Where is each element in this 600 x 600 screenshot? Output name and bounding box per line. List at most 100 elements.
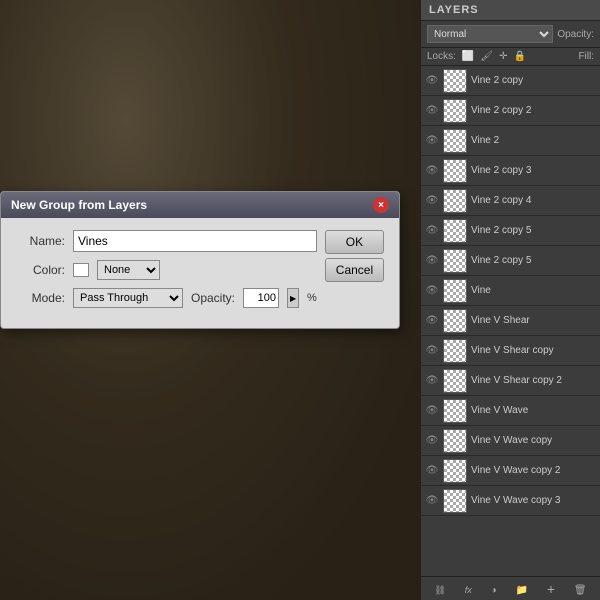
fill-label: Fill: — [578, 51, 594, 62]
dialog-title: New Group from Layers — [11, 198, 147, 212]
layer-visibility-icon[interactable]: 👁 — [425, 134, 439, 148]
color-row: Color: None Red Orange Yellow Green Blue — [17, 260, 317, 280]
layer-item[interactable]: 👁 Vine V Shear copy — [421, 336, 600, 366]
dialog-fields: Name: Color: None Red Orange Yellow Gree… — [17, 230, 317, 316]
layer-name: Vine V Shear — [471, 315, 596, 326]
layer-thumbnail — [443, 369, 467, 393]
layer-visibility-icon[interactable]: 👁 — [425, 404, 439, 418]
name-row: Name: — [17, 230, 317, 252]
layer-name: Vine V Shear copy — [471, 345, 596, 356]
layer-visibility-icon[interactable]: 👁 — [425, 254, 439, 268]
layer-thumbnail — [443, 69, 467, 93]
layer-list: 👁 Vine 2 copy 👁 Vine 2 copy 2 👁 Vine 2 👁 Vine 2… — [421, 66, 600, 566]
name-input[interactable] — [73, 230, 317, 252]
locks-label: Locks: — [427, 51, 456, 62]
mode-select[interactable]: Pass Through Normal Multiply Screen Over… — [73, 288, 183, 308]
opacity-label: Opacity: — [557, 29, 594, 40]
layer-name: Vine 2 copy 2 — [471, 105, 596, 116]
layer-thumbnail — [443, 159, 467, 183]
opacity-label: Opacity: — [191, 291, 235, 305]
layer-thumbnail — [443, 309, 467, 333]
layer-item[interactable]: 👁 Vine 2 copy 5 — [421, 216, 600, 246]
layers-panel: LAYERS Normal Multiply Screen Opacity: L… — [420, 0, 600, 600]
opacity-pct: % — [307, 292, 317, 304]
name-label: Name: — [17, 234, 65, 248]
layer-name: Vine 2 copy 5 — [471, 255, 596, 266]
dialog-close-button[interactable]: × — [373, 197, 389, 213]
lock-all-icon[interactable]: 🔒 — [513, 51, 525, 62]
layer-thumbnail — [443, 249, 467, 273]
blend-mode-select[interactable]: Normal Multiply Screen — [427, 25, 553, 43]
layer-thumbnail — [443, 489, 467, 513]
layer-thumbnail — [443, 279, 467, 303]
layer-thumbnail — [443, 219, 467, 243]
layer-visibility-icon[interactable]: 👁 — [425, 464, 439, 478]
layer-visibility-icon[interactable]: 👁 — [425, 194, 439, 208]
dialog-main: Name: Color: None Red Orange Yellow Gree… — [17, 230, 383, 316]
layer-visibility-icon[interactable]: 👁 — [425, 494, 439, 508]
layer-item[interactable]: 👁 Vine V Wave — [421, 396, 600, 426]
layer-name: Vine V Wave copy 2 — [471, 465, 596, 476]
lock-position-icon[interactable]: ✛ — [499, 51, 507, 62]
create-layer-icon[interactable] — [547, 581, 555, 597]
dialog-overlay: New Group from Layers × Name: Color: — [0, 0, 420, 600]
layer-visibility-icon[interactable]: 👁 — [425, 284, 439, 298]
color-select[interactable]: None Red Orange Yellow Green Blue — [97, 260, 160, 280]
layer-name: Vine 2 copy — [471, 75, 596, 86]
layer-visibility-icon[interactable]: 👁 — [425, 104, 439, 118]
layer-name: Vine — [471, 285, 596, 296]
delete-layer-icon[interactable] — [574, 582, 587, 596]
dialog-titlebar[interactable]: New Group from Layers × — [1, 192, 399, 218]
layer-visibility-icon[interactable]: 👁 — [425, 314, 439, 328]
add-adjustment-icon[interactable] — [491, 582, 497, 596]
layer-item[interactable]: 👁 Vine V Shear copy 2 — [421, 366, 600, 396]
opacity-input[interactable] — [243, 288, 279, 308]
create-group-icon[interactable] — [516, 582, 528, 596]
layer-name: Vine V Wave copy 3 — [471, 495, 596, 506]
layer-item[interactable]: 👁 Vine 2 copy 2 — [421, 96, 600, 126]
layer-item[interactable]: 👁 Vine V Wave copy — [421, 426, 600, 456]
layer-thumbnail — [443, 399, 467, 423]
layer-visibility-icon[interactable]: 👁 — [425, 434, 439, 448]
layer-thumbnail — [443, 99, 467, 123]
layer-item[interactable]: 👁 Vine 2 copy 4 — [421, 186, 600, 216]
color-swatch — [73, 263, 89, 277]
layer-item[interactable]: 👁 Vine 2 copy 3 — [421, 156, 600, 186]
layer-item[interactable]: 👁 Vine 2 copy — [421, 66, 600, 96]
lock-transparent-icon[interactable]: ⬜ — [462, 51, 474, 62]
layer-item[interactable]: 👁 Vine — [421, 276, 600, 306]
layer-thumbnail — [443, 189, 467, 213]
layer-item[interactable]: 👁 Vine V Wave copy 3 — [421, 486, 600, 516]
panel-title: LAYERS — [421, 0, 600, 21]
layer-visibility-icon[interactable]: 👁 — [425, 344, 439, 358]
mode-label: Mode: — [17, 291, 65, 305]
layer-item[interactable]: 👁 Vine 2 copy 5 — [421, 246, 600, 276]
dialog-body: Name: Color: None Red Orange Yellow Gree… — [1, 218, 399, 328]
color-label: Color: — [17, 263, 65, 277]
layer-thumbnail — [443, 339, 467, 363]
link-layers-icon[interactable] — [434, 582, 445, 596]
layer-item[interactable]: 👁 Vine V Wave copy 2 — [421, 456, 600, 486]
layer-name: Vine V Wave — [471, 405, 596, 416]
panel-bottom — [421, 576, 600, 600]
layer-item[interactable]: 👁 Vine 2 — [421, 126, 600, 156]
layer-name: Vine 2 copy 3 — [471, 165, 596, 176]
opacity-stepper[interactable]: ▶ — [287, 288, 299, 308]
lock-image-icon[interactable]: 🖌 — [480, 51, 493, 62]
layer-name: Vine 2 copy 5 — [471, 225, 596, 236]
layer-visibility-icon[interactable]: 👁 — [425, 74, 439, 88]
layer-visibility-icon[interactable]: 👁 — [425, 164, 439, 178]
layer-name: Vine 2 copy 4 — [471, 195, 596, 206]
panel-controls: Normal Multiply Screen Opacity: — [421, 21, 600, 48]
mode-row: Mode: Pass Through Normal Multiply Scree… — [17, 288, 317, 308]
layer-thumbnail — [443, 129, 467, 153]
layer-name: Vine V Shear copy 2 — [471, 375, 596, 386]
layer-name: Vine 2 — [471, 135, 596, 146]
add-layer-style-icon[interactable] — [465, 582, 472, 596]
layer-name: Vine V Wave copy — [471, 435, 596, 446]
ok-button[interactable]: OK — [325, 230, 384, 254]
layer-item[interactable]: 👁 Vine V Shear — [421, 306, 600, 336]
layer-visibility-icon[interactable]: 👁 — [425, 374, 439, 388]
cancel-button[interactable]: Cancel — [325, 258, 384, 282]
layer-visibility-icon[interactable]: 👁 — [425, 224, 439, 238]
